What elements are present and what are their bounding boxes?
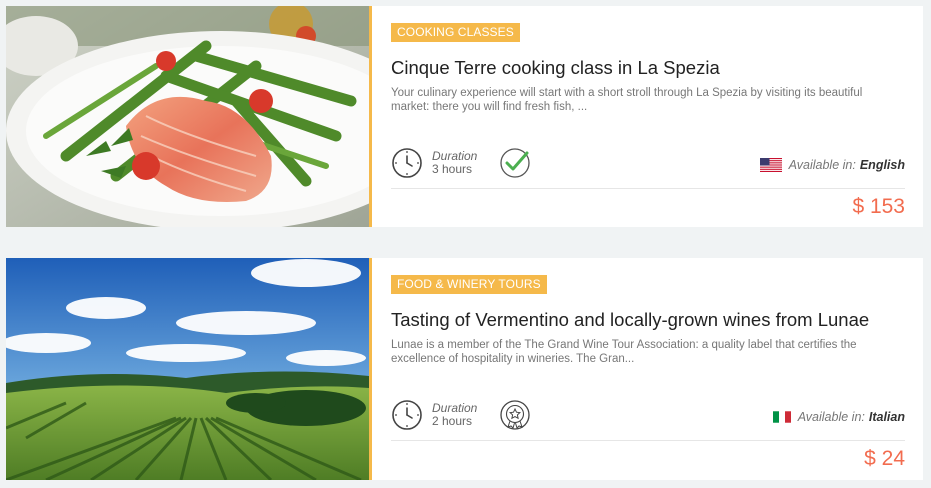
- language-value: English: [859, 158, 905, 172]
- duration-value: 3 hours: [432, 162, 473, 176]
- tour-description: Lunae is a member of the The Grand Wine …: [391, 339, 857, 365]
- tour-price: $ 24: [864, 447, 905, 470]
- divider: [391, 440, 905, 441]
- tour-description: Your culinary experience will start with…: [391, 87, 863, 113]
- tour-image-vineyard[interactable]: [6, 258, 369, 480]
- tour-content: FOOD & WINERY TOURS Tasting of Vermentin…: [372, 258, 923, 480]
- tour-title[interactable]: Tasting of Vermentino and locally-grown …: [391, 309, 869, 331]
- tour-card[interactable]: FOOD & WINERY TOURS Tasting of Vermentin…: [6, 258, 923, 480]
- tour-list: COOKING CLASSES Cinque Terre cooking cla…: [0, 0, 931, 488]
- us-flag-icon: [759, 158, 782, 172]
- available-prefix: Available in:: [797, 410, 865, 424]
- duration-block: Duration 2 hours: [391, 399, 531, 431]
- vineyard-image: [6, 258, 369, 480]
- clock-icon: [392, 400, 422, 430]
- available-prefix: Available in:: [788, 158, 856, 172]
- category-tag[interactable]: FOOD & WINERY TOURS: [391, 275, 547, 294]
- tour-card[interactable]: COOKING CLASSES Cinque Terre cooking cla…: [6, 6, 923, 227]
- duration-block: Duration 3 hours: [391, 147, 531, 179]
- italy-flag-icon: [772, 411, 791, 423]
- tour-content: COOKING CLASSES Cinque Terre cooking cla…: [372, 6, 923, 227]
- language-value: Italian: [868, 410, 905, 424]
- clock-icon: [392, 148, 422, 178]
- check-circle-icon: [500, 148, 531, 178]
- tour-title[interactable]: Cinque Terre cooking class in La Spezia: [391, 57, 720, 79]
- availability: Available in: English: [759, 158, 905, 172]
- tour-image-salmon[interactable]: [6, 6, 369, 227]
- tour-price: $ 153: [852, 195, 905, 218]
- divider: [391, 188, 905, 189]
- award-medal-icon: [500, 400, 531, 430]
- duration-value: 2 hours: [432, 414, 473, 428]
- category-tag[interactable]: COOKING CLASSES: [391, 23, 520, 42]
- salmon-dish-image: [6, 6, 369, 227]
- availability: Available in: Italian: [772, 410, 905, 424]
